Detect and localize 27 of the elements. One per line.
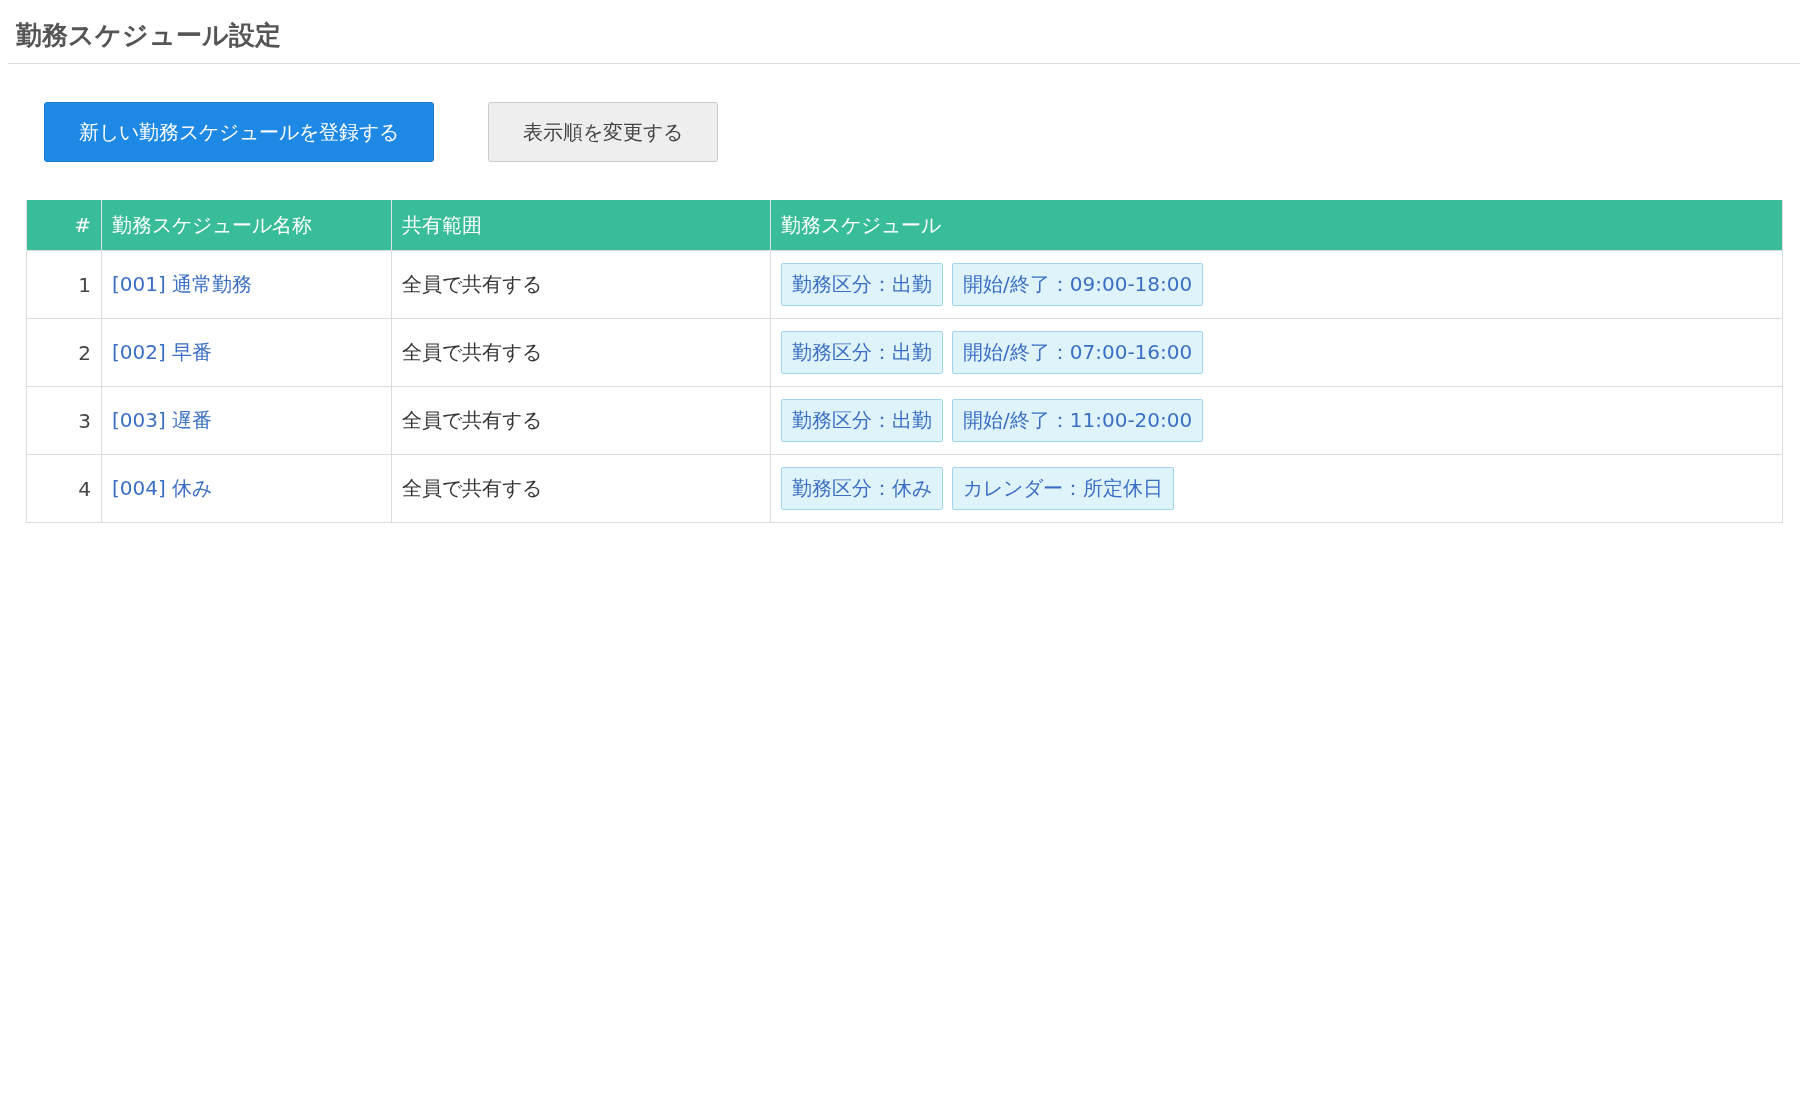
schedule-tag: 勤務区分：出勤 <box>781 263 943 306</box>
schedule-name-link[interactable]: [002] 早番 <box>112 340 213 364</box>
schedule-name-link[interactable]: [003] 遅番 <box>112 408 213 432</box>
column-header: 勤務スケジュール <box>770 200 1783 251</box>
schedule-name-link[interactable]: [004] 休み <box>112 476 213 500</box>
column-header: 共有範囲 <box>391 200 771 251</box>
schedule-tag: カレンダー：所定休日 <box>952 467 1174 510</box>
schedule-tag: 勤務区分：休み <box>781 467 943 510</box>
scope-cell: 全員で共有する <box>391 250 771 319</box>
scope-cell: 全員で共有する <box>391 318 771 387</box>
row-number: 1 <box>26 250 102 319</box>
reorder-button[interactable]: 表示順を変更する <box>488 102 718 162</box>
column-header: 勤務スケジュール名称 <box>101 200 392 251</box>
scope-cell: 全員で共有する <box>391 454 771 523</box>
schedule-tag: 勤務区分：出勤 <box>781 331 943 374</box>
column-header: # <box>26 200 102 251</box>
row-number: 2 <box>26 318 102 387</box>
schedule-tag: 開始/終了：11:00-20:00 <box>952 399 1204 442</box>
schedule-tag: 勤務区分：出勤 <box>781 399 943 442</box>
scope-cell: 全員で共有する <box>391 386 771 455</box>
row-number: 4 <box>26 454 102 523</box>
register-button[interactable]: 新しい勤務スケジュールを登録する <box>44 102 434 162</box>
schedule-name-link[interactable]: [001] 通常勤務 <box>112 272 253 296</box>
schedule-tag: 開始/終了：09:00-18:00 <box>952 263 1204 306</box>
row-number: 3 <box>26 386 102 455</box>
page-title: 勤務スケジュール設定 <box>8 0 1800 64</box>
schedule-tag: 開始/終了：07:00-16:00 <box>952 331 1204 374</box>
